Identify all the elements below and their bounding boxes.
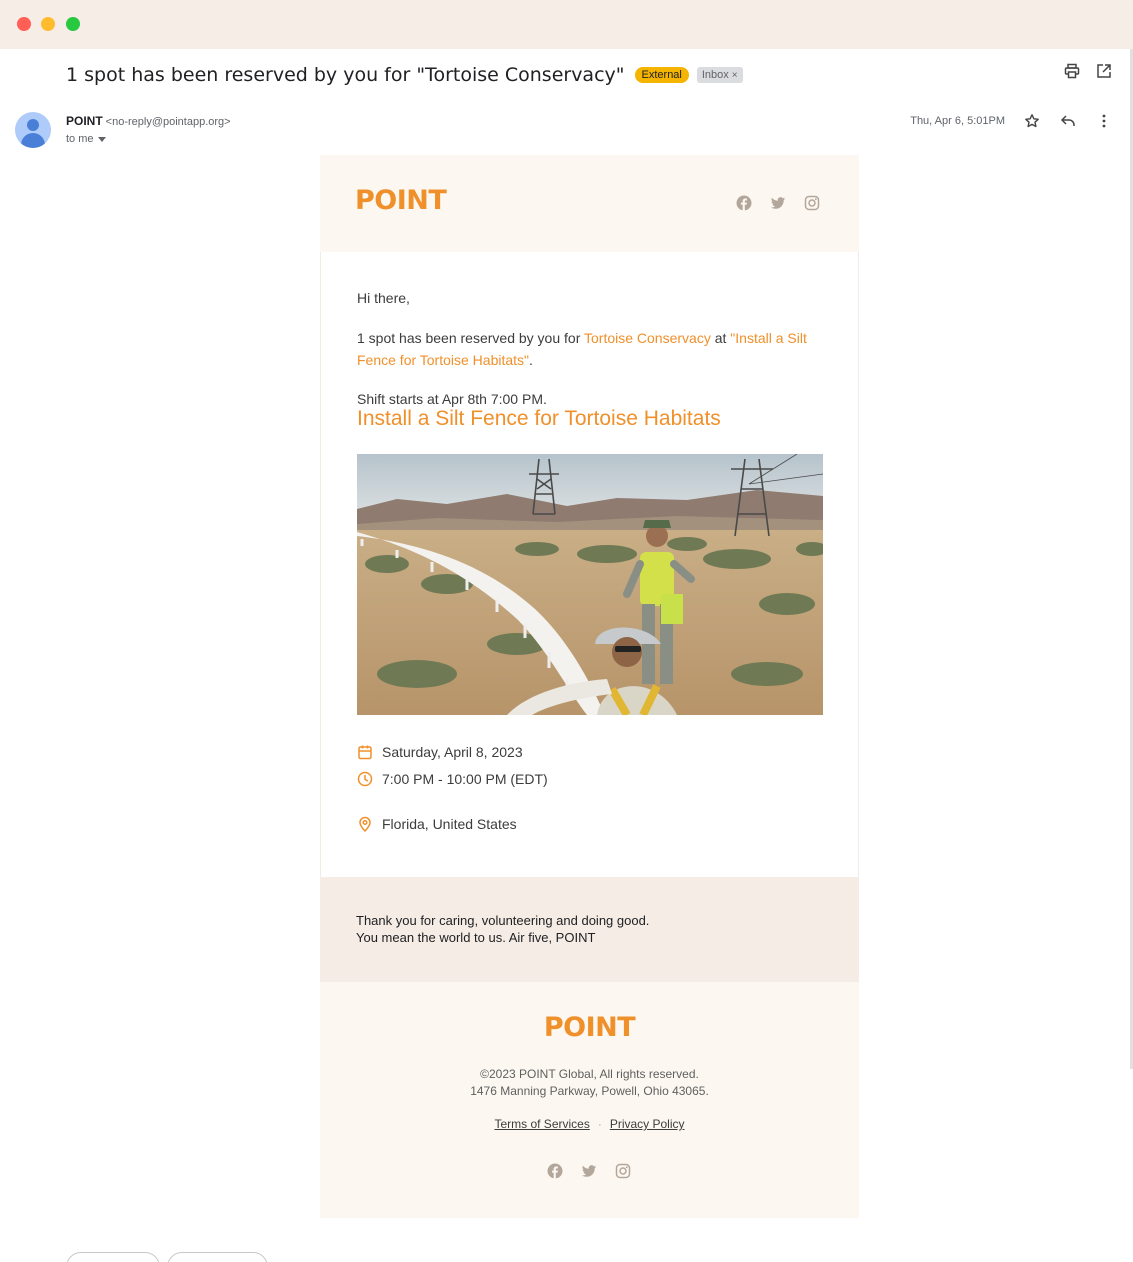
thanks-line-1: Thank you for caring, volunteering and d… xyxy=(356,913,650,928)
event-photo xyxy=(357,454,823,715)
label-inbox[interactable]: Inbox × xyxy=(696,67,743,83)
reserve-mid: at xyxy=(710,330,731,346)
twitter-icon[interactable] xyxy=(580,1162,598,1180)
instagram-icon[interactable] xyxy=(803,194,821,212)
event-title[interactable]: Install a Silt Fence for Tortoise Habita… xyxy=(357,407,721,431)
footer-logo[interactable]: POINT xyxy=(320,1012,859,1043)
event-location: Florida, United States xyxy=(357,816,517,832)
message-actions xyxy=(1023,112,1113,130)
open-in-new-icon[interactable] xyxy=(1095,62,1113,80)
email-subject: 1 spot has been reserved by you for "Tor… xyxy=(66,64,625,86)
sender-info: POINT <no-reply@pointapp.org> xyxy=(66,114,231,128)
privacy-link[interactable]: Privacy Policy xyxy=(610,1117,685,1131)
greeting: Hi there, xyxy=(357,290,410,306)
label-inbox-text: Inbox xyxy=(701,69,729,81)
maximize-window-button[interactable] xyxy=(66,17,80,31)
event-date: Saturday, April 8, 2023 xyxy=(357,744,523,760)
label-external: External xyxy=(634,67,689,83)
email-footer: POINT ©2023 POINT Global, All rights res… xyxy=(320,982,859,1218)
reply-button[interactable] xyxy=(66,1252,160,1262)
event-time: 7:00 PM - 10:00 PM (EDT) xyxy=(357,771,548,787)
copyright: ©2023 POINT Global, All rights reserved. xyxy=(480,1067,699,1081)
email-content: Hi there, 1 spot has been reserved by yo… xyxy=(320,252,859,877)
terms-link[interactable]: Terms of Services xyxy=(494,1117,589,1131)
event-date-text: Saturday, April 8, 2023 xyxy=(382,744,523,760)
title-bar xyxy=(0,0,1133,49)
address: 1476 Manning Parkway, Powell, Ohio 43065… xyxy=(470,1084,709,1098)
star-icon[interactable] xyxy=(1023,112,1041,130)
link-separator: · xyxy=(597,1117,602,1131)
reserve-prefix: 1 spot has been reserved by you for xyxy=(357,330,584,346)
chevron-down-icon xyxy=(97,136,106,142)
reservation-message: 1 spot has been reserved by you for Tort… xyxy=(357,327,822,371)
sender-name: POINT xyxy=(66,114,103,128)
print-icon[interactable] xyxy=(1063,62,1081,80)
point-logo[interactable]: POINT xyxy=(355,185,447,216)
clock-icon xyxy=(357,771,373,787)
thanks-line-2: You mean the world to us. Air five, POIN… xyxy=(356,930,596,945)
email-body: POINT Hi there, 1 spot has been reserved… xyxy=(320,155,859,1218)
thanks-message: Thank you for caring, volunteering and d… xyxy=(356,912,649,946)
org-link[interactable]: Tortoise Conservacy xyxy=(584,330,711,346)
remove-label-icon[interactable]: × xyxy=(732,70,738,81)
email-date: Thu, Apr 6, 5:01PM xyxy=(910,115,1005,127)
top-actions xyxy=(1063,62,1113,80)
reserve-end: . xyxy=(529,352,533,368)
facebook-icon[interactable] xyxy=(546,1162,564,1180)
event-location-text: Florida, United States xyxy=(382,816,517,832)
footer-links: Terms of Services · Privacy Policy xyxy=(320,1117,859,1131)
instagram-icon[interactable] xyxy=(614,1162,632,1180)
social-links xyxy=(735,194,821,212)
email-header: POINT xyxy=(320,155,859,252)
footer-social-links xyxy=(546,1162,632,1180)
more-vert-icon[interactable] xyxy=(1095,112,1113,130)
sender-row: POINT <no-reply@pointapp.org> to me Thu, … xyxy=(15,112,1113,152)
avatar[interactable] xyxy=(15,112,51,148)
email-window: 1 spot has been reserved by you for "Tor… xyxy=(0,0,1133,1262)
footer-legal: ©2023 POINT Global, All rights reserved.… xyxy=(320,1066,859,1100)
event-time-text: 7:00 PM - 10:00 PM (EDT) xyxy=(382,771,548,787)
recipients-toggle[interactable]: to me xyxy=(66,133,106,145)
location-pin-icon xyxy=(357,816,373,832)
twitter-icon[interactable] xyxy=(769,194,787,212)
facebook-icon[interactable] xyxy=(735,194,753,212)
recipients-label: to me xyxy=(66,133,94,145)
forward-button[interactable] xyxy=(167,1252,268,1262)
thanks-section: Thank you for caring, volunteering and d… xyxy=(320,877,859,982)
subject-row: 1 spot has been reserved by you for "Tor… xyxy=(66,62,1113,88)
minimize-window-button[interactable] xyxy=(41,17,55,31)
close-window-button[interactable] xyxy=(17,17,31,31)
reply-icon[interactable] xyxy=(1059,112,1077,130)
calendar-icon xyxy=(357,744,373,760)
sender-email: <no-reply@pointapp.org> xyxy=(105,116,231,128)
